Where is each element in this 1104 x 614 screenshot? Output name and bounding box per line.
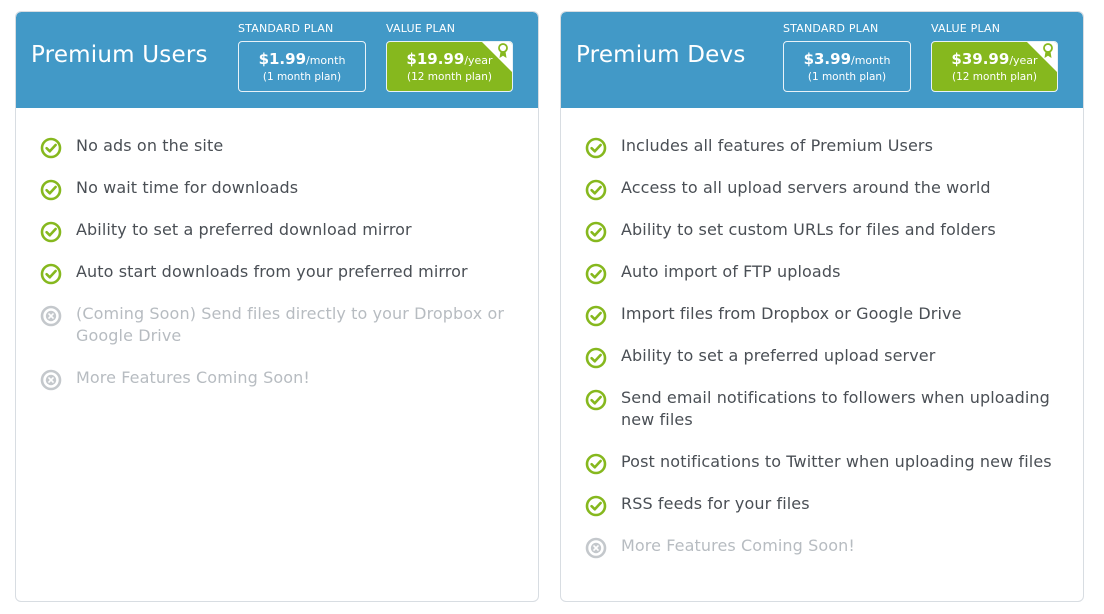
check-circle-icon (585, 305, 607, 327)
plan-term: (1 month plan) (262, 71, 342, 83)
premium-devs-card: Premium Devs STANDARD PLAN VALUE PLAN $3… (560, 11, 1084, 602)
check-circle-icon (585, 179, 607, 201)
feature-item: (Coming Soon) Send files directly to you… (40, 303, 530, 347)
check-circle-icon (585, 389, 607, 411)
feature-item: Ability to set a preferred download mirr… (40, 219, 530, 243)
check-circle-icon (585, 263, 607, 285)
feature-text: No ads on the site (76, 136, 224, 155)
plan-price: $39.99 (951, 50, 1010, 68)
feature-item: More Features Coming Soon! (585, 535, 1075, 559)
check-circle-icon (585, 137, 607, 159)
feature-text: Access to all upload servers around the … (621, 178, 991, 197)
award-ribbon-icon (1043, 43, 1053, 58)
premium-users-card: Premium Users STANDARD PLAN VALUE PLAN $… (15, 11, 539, 602)
feature-text: Auto start downloads from your preferred… (76, 262, 468, 281)
feature-item: More Features Coming Soon! (40, 367, 530, 391)
card-header: Premium Users STANDARD PLAN VALUE PLAN $… (16, 12, 538, 108)
feature-item: Includes all features of Premium Users (585, 135, 1075, 159)
value-plan-label: VALUE PLAN (931, 22, 1001, 35)
feature-item: Post notifications to Twitter when uploa… (585, 451, 1075, 475)
plan-period: /month (851, 54, 891, 67)
feature-text: RSS feeds for your files (621, 494, 810, 513)
feature-item: Import files from Dropbox or Google Driv… (585, 303, 1075, 327)
standard-plan-label: STANDARD PLAN (238, 22, 334, 35)
x-circle-icon (40, 369, 62, 391)
check-circle-icon (585, 347, 607, 369)
feature-text: No wait time for downloads (76, 178, 299, 197)
card-title: Premium Devs (576, 42, 746, 68)
feature-text: Import files from Dropbox or Google Driv… (621, 304, 962, 323)
plan-term: (1 month plan) (807, 71, 887, 83)
feature-item: Access to all upload servers around the … (585, 177, 1075, 201)
x-circle-icon (40, 305, 62, 327)
feature-item: Ability to set custom URLs for files and… (585, 219, 1075, 243)
standard-plan-button[interactable]: $1.99/month (1 month plan) (238, 41, 366, 92)
feature-text: Includes all features of Premium Users (621, 136, 934, 155)
x-circle-icon (585, 537, 607, 559)
card-title: Premium Users (31, 42, 208, 68)
feature-item: Auto start downloads from your preferred… (40, 261, 530, 285)
award-ribbon-icon (498, 43, 508, 58)
check-circle-icon (40, 137, 62, 159)
feature-text: Ability to set a preferred download mirr… (76, 220, 412, 239)
feature-text: Send email notifications to followers wh… (621, 388, 1050, 429)
feature-item: Auto import of FTP uploads (585, 261, 1075, 285)
feature-text: Post notifications to Twitter when uploa… (621, 452, 1052, 471)
feature-item: Send email notifications to followers wh… (585, 387, 1075, 431)
feature-text: Ability to set a preferred upload server (621, 346, 936, 365)
plan-price: $19.99 (406, 50, 465, 68)
check-circle-icon (585, 453, 607, 475)
value-plan-button[interactable]: $39.99/year (12 month plan) (931, 41, 1058, 92)
feature-text: Auto import of FTP uploads (621, 262, 841, 281)
value-plan-button[interactable]: $19.99/year (12 month plan) (386, 41, 513, 92)
check-circle-icon (40, 263, 62, 285)
feature-text: (Coming Soon) Send files directly to you… (76, 304, 505, 345)
value-plan-label: VALUE PLAN (386, 22, 456, 35)
feature-text: More Features Coming Soon! (621, 536, 855, 555)
feature-item: Ability to set a preferred upload server (585, 345, 1075, 369)
feature-item: No ads on the site (40, 135, 530, 159)
check-circle-icon (585, 221, 607, 243)
feature-text: Ability to set custom URLs for files and… (621, 220, 996, 239)
check-circle-icon (40, 179, 62, 201)
feature-item: No wait time for downloads (40, 177, 530, 201)
plan-price: $3.99 (803, 50, 852, 68)
plan-period: /month (306, 54, 346, 67)
plan-price: $1.99 (258, 50, 307, 68)
standard-plan-label: STANDARD PLAN (783, 22, 879, 35)
feature-item: RSS feeds for your files (585, 493, 1075, 517)
check-circle-icon (40, 221, 62, 243)
check-circle-icon (585, 495, 607, 517)
card-header: Premium Devs STANDARD PLAN VALUE PLAN $3… (561, 12, 1083, 108)
feature-text: More Features Coming Soon! (76, 368, 310, 387)
standard-plan-button[interactable]: $3.99/month (1 month plan) (783, 41, 911, 92)
